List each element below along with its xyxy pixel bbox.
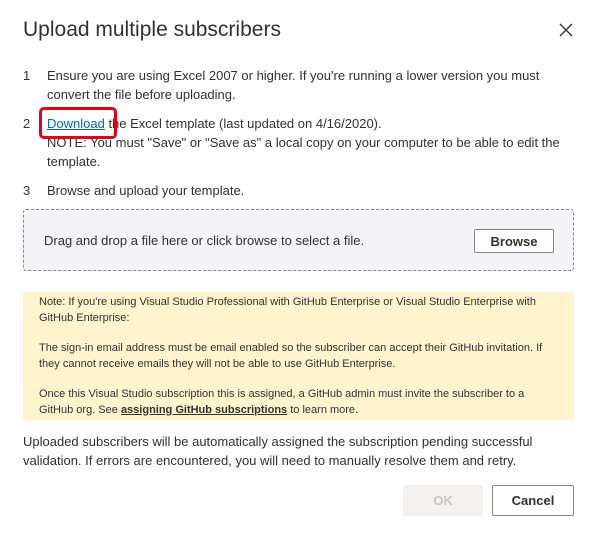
step-number: 2 [23,116,31,131]
upload-subscribers-dialog: Upload multiple subscribers 1 Ensure you… [0,0,592,537]
file-dropzone[interactable]: Drag and drop a file here or click brows… [23,209,574,271]
step-text: the Excel template (last updated on 4/16… [104,116,382,131]
dialog-title: Upload multiple subscribers [23,18,281,41]
dropzone-text: Drag and drop a file here or click brows… [44,233,365,248]
browse-button[interactable]: Browse [474,229,554,253]
download-template-link[interactable]: Download [47,116,105,131]
step-content: Download the Excel template (last update… [47,114,577,171]
close-icon [559,23,573,37]
close-button[interactable] [554,18,578,42]
notice-paragraph: The sign-in email address must be email … [39,342,543,370]
assigning-github-subscriptions-link[interactable]: assigning GitHub subscriptions [121,404,287,416]
notice-paragraph: Once this Visual Studio subscription thi… [39,388,525,416]
step-text: Ensure you are using Excel 2007 or highe… [47,68,540,102]
validation-info-text: Uploaded subscribers will be automatical… [23,434,533,468]
step-text: Browse and upload your template. [47,183,245,198]
cancel-button[interactable]: Cancel [492,485,574,516]
ok-button[interactable]: OK [403,485,483,516]
step-note: NOTE: You must "Save" or "Save as" a loc… [47,135,560,169]
step-number: 3 [23,183,31,198]
notice-paragraph: Note: If you're using Visual Studio Prof… [39,296,536,324]
step-number: 1 [23,68,31,83]
github-enterprise-notice: Note: If you're using Visual Studio Prof… [23,292,574,420]
